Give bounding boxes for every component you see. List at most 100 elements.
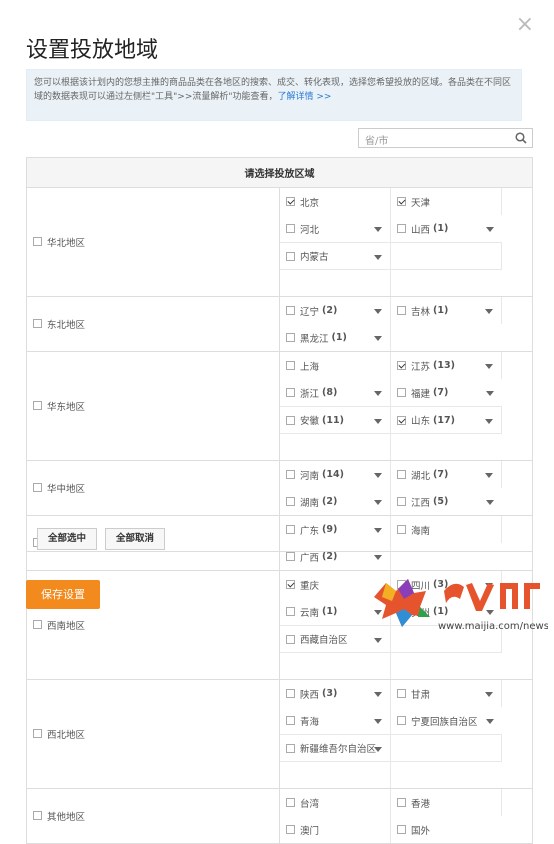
province-checkbox[interactable] bbox=[397, 197, 406, 206]
caret-down-icon[interactable] bbox=[485, 364, 493, 369]
caret-down-icon[interactable] bbox=[374, 473, 382, 478]
caret-down-icon[interactable] bbox=[374, 391, 382, 396]
province-option[interactable]: 天津 bbox=[391, 188, 502, 215]
caret-down-icon[interactable] bbox=[374, 692, 382, 697]
region-checkbox[interactable] bbox=[33, 811, 42, 820]
province-option[interactable]: 河北 bbox=[280, 215, 391, 242]
region-label-cell[interactable]: 西北地区 bbox=[26, 679, 280, 789]
province-option[interactable]: 台湾 bbox=[280, 789, 391, 816]
province-checkbox[interactable] bbox=[286, 497, 295, 506]
caret-down-icon[interactable] bbox=[374, 309, 382, 314]
province-option[interactable]: 新疆维吾尔自治区 bbox=[280, 734, 391, 761]
province-checkbox[interactable] bbox=[397, 306, 406, 315]
province-checkbox[interactable] bbox=[286, 470, 295, 479]
province-option[interactable]: 湖南 (2) bbox=[280, 488, 391, 515]
province-checkbox[interactable] bbox=[286, 388, 295, 397]
caret-down-icon[interactable] bbox=[374, 255, 382, 260]
province-option[interactable]: 黑龙江 (1) bbox=[280, 324, 391, 351]
region-checkbox[interactable] bbox=[33, 401, 42, 410]
province-option[interactable]: 辽宁 (2) bbox=[280, 297, 391, 324]
province-option[interactable]: 北京 bbox=[280, 188, 391, 215]
province-option[interactable]: 安徽 (11) bbox=[280, 406, 391, 433]
region-checkbox[interactable] bbox=[33, 620, 42, 629]
caret-down-icon[interactable] bbox=[374, 719, 382, 724]
province-option[interactable]: 河南 (14) bbox=[280, 461, 391, 488]
province-checkbox[interactable] bbox=[286, 251, 295, 261]
province-checkbox[interactable] bbox=[286, 689, 295, 698]
province-option[interactable]: 上海 bbox=[280, 352, 391, 379]
region-label-cell[interactable]: 华北地区 bbox=[26, 187, 280, 297]
province-option[interactable]: 山西 (1) bbox=[391, 215, 502, 242]
caret-down-icon[interactable] bbox=[486, 391, 494, 396]
region-label-cell[interactable]: 华东地区 bbox=[26, 351, 280, 461]
province-checkbox[interactable] bbox=[397, 415, 406, 425]
province-checkbox[interactable] bbox=[397, 361, 406, 370]
province-checkbox[interactable] bbox=[286, 415, 295, 425]
province-checkbox[interactable] bbox=[286, 798, 295, 807]
region-checkbox[interactable] bbox=[33, 237, 42, 246]
province-checkbox[interactable] bbox=[286, 306, 295, 315]
province-checkbox[interactable] bbox=[286, 634, 295, 644]
caret-down-icon[interactable] bbox=[374, 419, 382, 424]
province-checkbox[interactable] bbox=[286, 716, 295, 725]
province-option[interactable]: 江苏 (13) bbox=[391, 352, 502, 379]
search-icon[interactable] bbox=[515, 132, 527, 144]
province-option[interactable]: 山东 (17) bbox=[391, 406, 502, 433]
caret-down-icon[interactable] bbox=[486, 500, 494, 505]
province-option[interactable]: 福建 (7) bbox=[391, 379, 502, 406]
save-settings-button[interactable]: 保存设置 bbox=[26, 580, 100, 609]
province-checkbox[interactable] bbox=[286, 197, 295, 206]
province-checkbox[interactable] bbox=[397, 716, 406, 725]
province-option[interactable]: 江西 (5) bbox=[391, 488, 502, 515]
province-checkbox[interactable] bbox=[397, 497, 406, 506]
close-icon[interactable]: × bbox=[516, 14, 534, 36]
province-checkbox[interactable] bbox=[397, 470, 406, 479]
province-option[interactable]: 青海 bbox=[280, 707, 391, 734]
caret-down-icon[interactable] bbox=[374, 555, 382, 560]
caret-down-icon[interactable] bbox=[485, 473, 493, 478]
region-search-input[interactable] bbox=[359, 132, 521, 151]
region-label-cell[interactable]: 东北地区 bbox=[26, 296, 280, 352]
province-option[interactable]: 宁夏回族自治区 bbox=[391, 707, 502, 734]
caret-down-icon[interactable] bbox=[374, 227, 382, 232]
province-option[interactable]: 陕西 (3) bbox=[280, 680, 391, 707]
caret-down-icon[interactable] bbox=[485, 419, 493, 424]
province-checkbox[interactable] bbox=[286, 552, 295, 561]
province-checkbox[interactable] bbox=[397, 798, 406, 807]
province-checkbox[interactable] bbox=[286, 825, 295, 834]
region-checkbox[interactable] bbox=[33, 319, 42, 328]
province-checkbox[interactable] bbox=[286, 361, 295, 370]
province-option[interactable]: 香港 bbox=[391, 789, 502, 816]
caret-down-icon[interactable] bbox=[485, 309, 493, 314]
province-checkbox[interactable] bbox=[397, 388, 406, 397]
province-checkbox[interactable] bbox=[397, 825, 406, 834]
region-label-cell[interactable]: 其他地区 bbox=[26, 788, 280, 844]
province-checkbox[interactable] bbox=[397, 689, 406, 698]
province-option[interactable]: 湖北 (7) bbox=[391, 461, 502, 488]
province-option[interactable]: 国外 bbox=[391, 816, 502, 843]
caret-down-icon[interactable] bbox=[486, 227, 494, 232]
region-checkbox[interactable] bbox=[33, 483, 42, 492]
region-label-cell[interactable]: 华中地区 bbox=[26, 460, 280, 516]
deselect-all-button[interactable]: 全部取消 bbox=[105, 528, 166, 550]
province-option[interactable]: 甘肃 bbox=[391, 680, 502, 707]
caret-down-icon[interactable] bbox=[374, 336, 382, 341]
caret-down-icon[interactable] bbox=[374, 638, 382, 643]
caret-down-icon[interactable] bbox=[374, 747, 382, 752]
region-checkbox[interactable] bbox=[33, 729, 42, 738]
province-checkbox[interactable] bbox=[286, 743, 295, 753]
learn-more-link[interactable]: 了解详情 >> bbox=[278, 92, 332, 102]
province-option[interactable]: 澳门 bbox=[280, 816, 391, 843]
caret-down-icon[interactable] bbox=[485, 692, 493, 697]
province-checkbox[interactable] bbox=[397, 224, 406, 233]
province-checkbox[interactable] bbox=[286, 224, 295, 233]
province-checkbox[interactable] bbox=[286, 580, 295, 589]
province-option[interactable]: 内蒙古 bbox=[280, 242, 391, 269]
province-checkbox[interactable] bbox=[286, 333, 295, 342]
province-option[interactable]: 吉林 (1) bbox=[391, 297, 502, 324]
caret-down-icon[interactable] bbox=[486, 719, 494, 724]
province-option[interactable]: 浙江 (8) bbox=[280, 379, 391, 406]
select-all-button[interactable]: 全部选中 bbox=[37, 528, 98, 550]
province-checkbox[interactable] bbox=[286, 607, 295, 616]
caret-down-icon[interactable] bbox=[374, 500, 382, 505]
